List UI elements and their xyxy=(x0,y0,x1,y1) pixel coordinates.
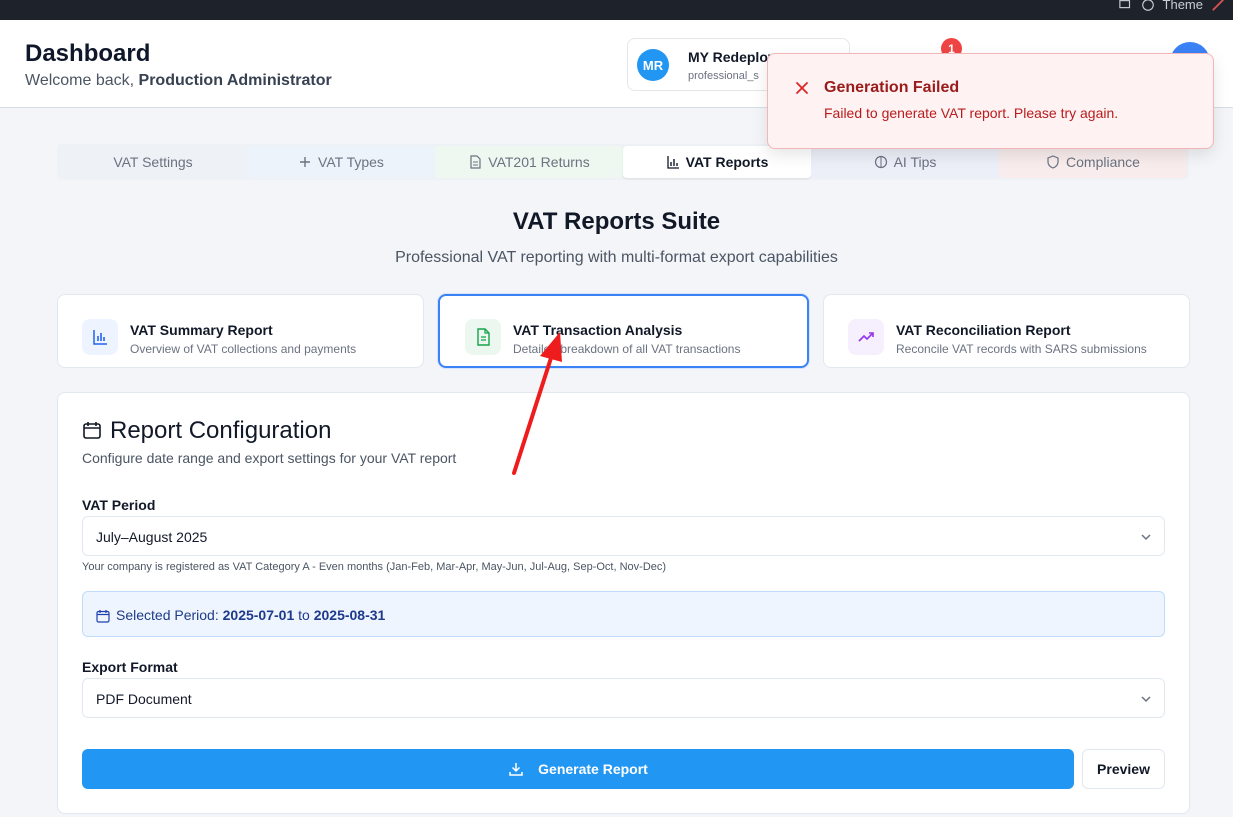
shield-icon xyxy=(1047,155,1059,169)
vat-tabs: VAT Settings VAT Types VAT201 Returns VA… xyxy=(57,144,1189,180)
plus-icon xyxy=(300,157,311,167)
config-title: Report Configuration xyxy=(110,417,332,444)
page-title: Dashboard xyxy=(25,40,151,67)
period-to: to xyxy=(298,607,310,623)
report-card-title: VAT Reconciliation Report xyxy=(896,322,1071,338)
generate-report-button[interactable]: Generate Report xyxy=(82,749,1074,789)
preview-button[interactable]: Preview xyxy=(1082,749,1165,789)
report-card-title: VAT Summary Report xyxy=(130,322,273,338)
period-start: 2025-07-01 xyxy=(222,607,295,623)
bar-chart-icon xyxy=(666,156,679,169)
tab-vat-types[interactable]: VAT Types xyxy=(247,146,435,178)
file-text-icon xyxy=(477,328,490,346)
tab-vat-settings[interactable]: VAT Settings xyxy=(59,146,247,178)
chevron-down-icon xyxy=(1141,696,1151,703)
chevron-down-icon xyxy=(1141,534,1151,541)
close-icon[interactable] xyxy=(794,80,810,96)
user-name: Production Administrator xyxy=(138,72,332,89)
tab-ai-tips[interactable]: AI Tips xyxy=(811,146,999,178)
os-top-bar: Theme xyxy=(0,0,1233,20)
tab-label: VAT201 Returns xyxy=(488,154,590,170)
toast-message: Failed to generate VAT report. Please tr… xyxy=(824,105,1119,121)
suite-subtitle: Professional VAT reporting with multi-fo… xyxy=(395,249,838,266)
selected-period-text: Selected Period: 2025-07-01 to 2025-08-3… xyxy=(116,607,385,623)
report-configuration-panel: Report Configuration Configure date rang… xyxy=(57,392,1190,814)
tab-vat-reports[interactable]: VAT Reports xyxy=(623,146,811,178)
tab-vat201-returns[interactable]: VAT201 Returns xyxy=(435,146,623,178)
report-card-transaction-analysis[interactable]: VAT Transaction Analysis Detailed breakd… xyxy=(438,294,809,368)
company-name: MY Redeploy xyxy=(688,49,776,65)
config-subtitle: Configure date range and export settings… xyxy=(82,450,457,466)
export-format-value: PDF Document xyxy=(96,691,192,707)
top-bar-controls: Theme xyxy=(1118,0,1225,12)
welcome-prefix: Welcome back, xyxy=(25,72,135,89)
tab-label: AI Tips xyxy=(893,154,937,170)
tab-label: VAT Types xyxy=(318,154,384,170)
download-icon xyxy=(509,763,523,776)
company-avatar: MR xyxy=(637,49,669,81)
suite-title: VAT Reports Suite xyxy=(512,208,721,235)
calendar-icon xyxy=(96,610,110,623)
main-content: VAT Settings VAT Types VAT201 Returns VA… xyxy=(0,108,1233,817)
calendar-icon xyxy=(83,422,101,439)
monitor-icon[interactable] xyxy=(1118,0,1133,12)
bar-chart-icon xyxy=(93,330,107,345)
report-icon-box xyxy=(82,319,118,355)
vat-period-select[interactable]: July–August 2025 xyxy=(82,516,1165,556)
company-plan: professional_s xyxy=(688,70,759,82)
theme-label[interactable]: Theme xyxy=(1163,0,1203,12)
brain-icon xyxy=(874,155,887,169)
selected-period-prefix: Selected Period: xyxy=(116,607,219,623)
toast-title: Generation Failed xyxy=(824,79,960,96)
tab-label: VAT Settings xyxy=(113,154,193,170)
report-card-description: Overview of VAT collections and payments xyxy=(130,342,357,356)
period-end: 2025-08-31 xyxy=(313,607,386,623)
vat-period-hint: Your company is registered as VAT Catego… xyxy=(82,561,667,573)
generate-report-label: Generate Report xyxy=(538,761,648,777)
export-format-label: Export Format xyxy=(82,659,178,675)
report-card-description: Reconcile VAT records with SARS submissi… xyxy=(896,342,1147,356)
vat-period-label: VAT Period xyxy=(82,497,156,513)
report-card-summary[interactable]: VAT Summary Report Overview of VAT colle… xyxy=(57,294,424,368)
report-card-reconciliation[interactable]: VAT Reconciliation Report Reconcile VAT … xyxy=(823,294,1190,368)
error-toast: Generation Failed Failed to generate VAT… xyxy=(767,53,1214,149)
report-card-description: Detailed breakdown of all VAT transactio… xyxy=(513,342,741,356)
vat-period-value: July–August 2025 xyxy=(96,529,208,545)
selected-period-box: Selected Period: 2025-07-01 to 2025-08-3… xyxy=(82,591,1165,637)
brush-icon[interactable] xyxy=(1211,0,1225,12)
tab-label: VAT Reports xyxy=(685,154,769,170)
trending-up-icon xyxy=(858,332,874,342)
export-format-select[interactable]: PDF Document xyxy=(82,678,1165,718)
report-icon-box xyxy=(465,319,501,355)
tab-label: Compliance xyxy=(1066,154,1140,170)
tab-compliance[interactable]: Compliance xyxy=(999,146,1187,178)
report-card-title: VAT Transaction Analysis xyxy=(513,322,683,338)
welcome-text: Welcome back, Production Administrator xyxy=(25,72,332,90)
file-icon xyxy=(470,155,481,169)
palette-icon[interactable] xyxy=(1141,0,1155,12)
report-icon-box xyxy=(848,319,884,355)
